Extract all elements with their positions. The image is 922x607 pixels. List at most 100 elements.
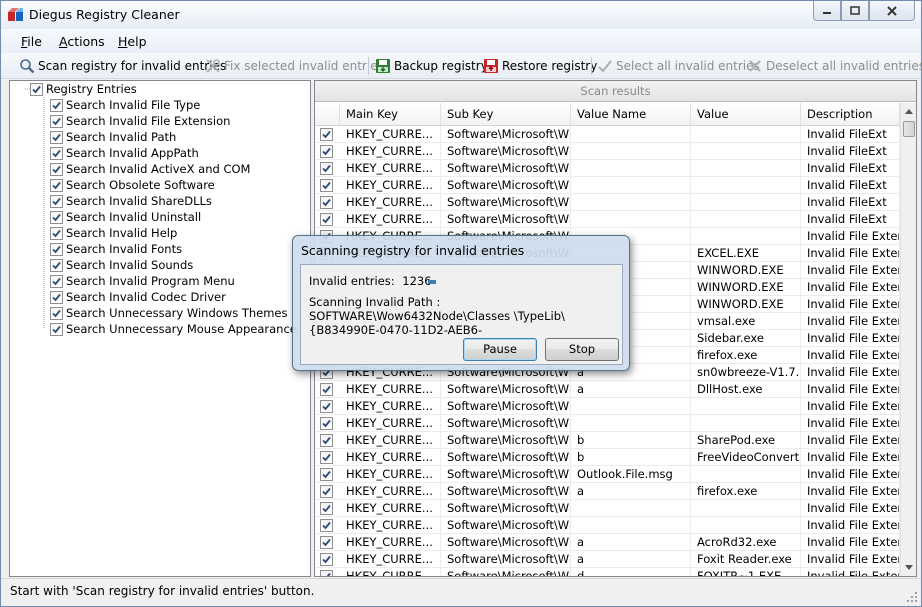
row-checkbox[interactable]: [320, 553, 333, 566]
checkbox-checked[interactable]: [50, 274, 63, 288]
checkbox-checked[interactable]: [50, 194, 63, 208]
tree-item[interactable]: Search Invalid File Type: [50, 97, 200, 113]
restore-registry-button[interactable]: Restore registry: [483, 57, 597, 75]
checkbox-checked[interactable]: [50, 258, 63, 272]
table-row[interactable]: HKEY_CURRE...Software\Microsoft\Wi... Inv…: [315, 177, 900, 194]
menu-actions[interactable]: Actions: [59, 34, 105, 49]
registry-entries-tree[interactable]: Registry Entries Search Invalid File Typ…: [9, 80, 311, 577]
row-checkbox[interactable]: [320, 196, 333, 209]
tree-item[interactable]: Search Obsolete Software: [50, 177, 215, 193]
row-checkbox[interactable]: [320, 400, 333, 413]
tree-root-item[interactable]: Registry Entries: [30, 81, 137, 97]
table-row[interactable]: HKEY_CURRE...Software\Microsoft\Wi... Inv…: [315, 500, 900, 517]
table-row[interactable]: HKEY_CURRE...Software\Microsoft\Wi... Inv…: [315, 517, 900, 534]
vertical-scrollbar[interactable]: [900, 103, 916, 576]
table-row[interactable]: HKEY_CURRE...Software\Microsoft\Wi... Inv…: [315, 415, 900, 432]
backup-registry-button[interactable]: Backup registry: [375, 57, 488, 75]
fix-selected-button[interactable]: Fix selected invalid entries: [205, 57, 384, 75]
tree-item[interactable]: Search Invalid ActiveX and COM: [50, 161, 250, 177]
checkbox-checked[interactable]: [50, 226, 63, 240]
select-all-button[interactable]: Select all invalid entries: [597, 57, 760, 75]
table-row[interactable]: HKEY_CURRE... Software\Microsoft\Wi... a Dl…: [315, 381, 900, 398]
cell-value: DllHost.exe: [691, 381, 801, 398]
scan-registry-button[interactable]: Scan registry for invalid entries: [19, 57, 226, 75]
table-row[interactable]: HKEY_CURRE...Software\Microsoft\Wi... Inv…: [315, 398, 900, 415]
checkbox-checked[interactable]: [50, 290, 63, 304]
row-checkbox[interactable]: [320, 162, 333, 175]
table-row[interactable]: HKEY_CURRE... Software\Microsoft\Wi... a Ac…: [315, 534, 900, 551]
table-row[interactable]: HKEY_CURRE...Software\Microsoft\Wi... Inv…: [315, 194, 900, 211]
row-checkbox[interactable]: [320, 485, 333, 498]
minimize-icon: [823, 11, 831, 14]
checkbox-checked[interactable]: [50, 130, 63, 144]
row-checkbox[interactable]: [320, 536, 333, 549]
row-checkbox[interactable]: [320, 434, 333, 447]
pause-button[interactable]: Pause: [463, 338, 537, 361]
row-checkbox[interactable]: [320, 145, 333, 158]
checkbox-checked[interactable]: [50, 322, 63, 336]
column-header-value-name[interactable]: Value Name: [571, 103, 691, 126]
tree-item[interactable]: Search Unnecessary Mouse Appearance: [50, 321, 297, 337]
tree-item[interactable]: Search Invalid Uninstall: [50, 209, 201, 225]
scroll-up-button[interactable]: [901, 103, 916, 120]
checkbox-checked[interactable]: [30, 82, 43, 96]
scrollbar-thumb[interactable]: [903, 121, 915, 137]
column-header-check[interactable]: [315, 103, 340, 126]
table-row[interactable]: HKEY_CURRE...Software\Microsoft\Wi... Inv…: [315, 126, 900, 143]
column-header-value[interactable]: Value: [691, 103, 801, 126]
row-checkbox[interactable]: [320, 417, 333, 430]
row-checkbox[interactable]: [320, 519, 333, 532]
column-header-main-key[interactable]: Main Key: [340, 103, 441, 126]
row-checkbox[interactable]: [320, 502, 333, 515]
scroll-down-button[interactable]: [901, 559, 916, 576]
row-checkbox[interactable]: [320, 451, 333, 464]
tree-item[interactable]: Search Invalid Path: [50, 129, 176, 145]
row-checkbox[interactable]: [320, 179, 333, 192]
menu-help[interactable]: Help: [118, 34, 147, 49]
table-row[interactable]: HKEY_CURRE... Software\Microsoft\Wi... Out…: [315, 466, 900, 483]
tree-item[interactable]: Search Invalid File Extension: [50, 113, 230, 129]
close-button[interactable]: [869, 1, 915, 21]
table-row[interactable]: HKEY_CURRE...Software\Microsoft\Wi... Inv…: [315, 160, 900, 177]
table-row[interactable]: HKEY_CURRE... Software\Microsoft\Wi... a Fo…: [315, 551, 900, 568]
menu-file[interactable]: File: [21, 34, 42, 49]
tree-item[interactable]: Search Invalid ShareDLLs: [50, 193, 212, 209]
checkbox-checked[interactable]: [50, 114, 63, 128]
row-checkbox[interactable]: [320, 570, 333, 576]
tree-item[interactable]: Search Invalid AppPath: [50, 145, 199, 161]
row-checkbox[interactable]: [320, 213, 333, 226]
table-row[interactable]: HKEY_CURRE... Software\Microsoft\Wi... b Fr…: [315, 449, 900, 466]
tree-item[interactable]: Search Unnecessary Windows Themes: [50, 305, 288, 321]
table-row[interactable]: HKEY_CURRE... Software\Microsoft\Wi... b Sh…: [315, 432, 900, 449]
checkbox-checked[interactable]: [50, 306, 63, 320]
title-bar[interactable]: Diegus Registry Cleaner: [1, 1, 921, 29]
checkbox-checked[interactable]: [50, 178, 63, 192]
tree-item[interactable]: Search Invalid Help: [50, 225, 177, 241]
resize-grip-icon[interactable]: [906, 591, 918, 603]
tree-item[interactable]: Search Invalid Sounds: [50, 257, 193, 273]
checkbox-checked[interactable]: [50, 98, 63, 112]
checkbox-checked[interactable]: [50, 242, 63, 256]
row-checkbox[interactable]: [320, 468, 333, 481]
table-row[interactable]: HKEY_CURRE...Software\Microsoft\Wi... Inv…: [315, 143, 900, 160]
tree-item[interactable]: Search Invalid Program Menu: [50, 273, 235, 289]
tree-item[interactable]: Search Invalid Fonts: [50, 241, 182, 257]
tree-item[interactable]: Search Invalid Codec Driver: [50, 289, 226, 305]
cell-value: [691, 160, 801, 177]
row-checkbox[interactable]: [320, 128, 333, 141]
minimize-button[interactable]: [813, 1, 841, 21]
table-row[interactable]: HKEY_CURRE...Software\Microsoft\Wi... Inv…: [315, 211, 900, 228]
column-header-description[interactable]: Description: [801, 103, 900, 126]
checkbox-checked[interactable]: [50, 210, 63, 224]
deselect-all-button[interactable]: Deselect all invalid entries: [747, 57, 922, 75]
cell-main-key: HKEY_CURRE...: [340, 534, 441, 551]
checkmark-icon: [322, 385, 331, 394]
stop-button[interactable]: Stop: [545, 338, 619, 361]
checkbox-checked[interactable]: [50, 162, 63, 176]
table-row[interactable]: HKEY_CURRE... Software\Microsoft\Wi... a fi…: [315, 483, 900, 500]
column-header-sub-key[interactable]: Sub Key: [441, 103, 571, 126]
row-checkbox[interactable]: [320, 383, 333, 396]
table-row[interactable]: HKEY_CURRE... Software\Microsoft\Wi... d FO…: [315, 568, 900, 576]
checkbox-checked[interactable]: [50, 146, 63, 160]
maximize-button[interactable]: [841, 1, 869, 21]
